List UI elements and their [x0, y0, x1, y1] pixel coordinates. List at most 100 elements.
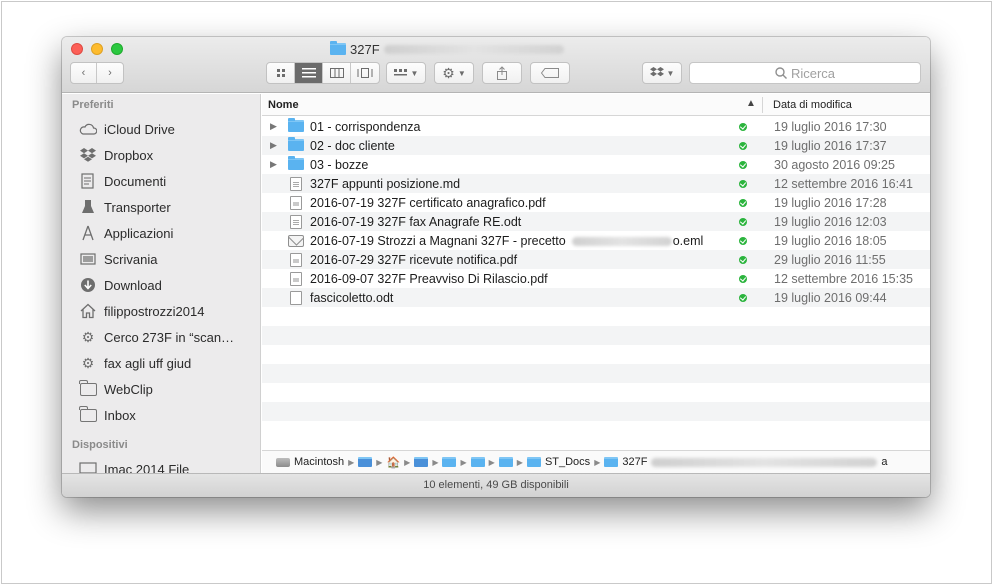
sync-status-icon [739, 237, 747, 245]
file-name: 01 - corrispondenza [310, 120, 421, 134]
pdf-file-icon [290, 253, 302, 270]
documents-icon [78, 173, 98, 189]
sidebar-item-webclip[interactable]: WebClip [62, 376, 260, 402]
path-st-docs[interactable]: ST_Docs [545, 456, 590, 468]
disclosure-triangle-icon[interactable]: ▶ [270, 159, 277, 170]
cloud-icon [78, 123, 98, 135]
path-separator-icon: ▶ [348, 457, 355, 467]
disclosure-triangle-icon[interactable]: ▶ [270, 121, 277, 132]
column-view-button[interactable] [323, 63, 351, 83]
sync-status-icon [739, 180, 747, 188]
sidebar-item-home[interactable]: filippostrozzi2014 [62, 298, 260, 324]
path-separator-icon: ▶ [376, 457, 383, 467]
sidebar-item-imac[interactable]: Imac 2014 File [62, 456, 260, 473]
column-date-header[interactable]: Data di modifica [773, 99, 852, 111]
empty-row [262, 364, 930, 383]
folder-icon [288, 137, 304, 154]
file-name: fascicoletto.odt [310, 291, 394, 305]
path-disk[interactable]: Macintosh [294, 456, 344, 468]
sidebar-item-dropbox[interactable]: Dropbox [62, 142, 260, 168]
arrange-button[interactable]: ▼ [386, 62, 426, 84]
path-separator-icon: ▶ [516, 457, 523, 467]
window-title-text: 327F [350, 41, 380, 57]
file-row[interactable]: 2016-07-19 Strozzi a Magnani 327F - prec… [262, 231, 930, 250]
column-name-header[interactable]: Nome [268, 99, 299, 111]
sidebar-item-label: filippostrozzi2014 [104, 303, 205, 319]
finder-window: 327F ‹ › ▼ ⚙ ▼ ▼ Ricerca Preferiti iClou… [62, 37, 930, 497]
column-divider[interactable] [762, 97, 763, 113]
file-row[interactable]: 327F appunti posizione.md 12 settembre 2… [262, 174, 930, 193]
sidebar-item-icloud-drive[interactable]: iCloud Drive [62, 116, 260, 142]
empty-row [262, 421, 930, 440]
list-view-button[interactable] [295, 63, 323, 83]
sidebar-item-scrivania[interactable]: Scrivania [62, 246, 260, 272]
sidebar-header-devices: Dispositivi [72, 439, 128, 451]
file-row[interactable]: fascicoletto.odt 19 luglio 2016 09:44 [262, 288, 930, 307]
sort-ascending-icon: ▲ [746, 98, 756, 109]
file-row[interactable]: ▶ 02 - doc cliente 19 luglio 2016 17:37 [262, 136, 930, 155]
sync-status-icon [739, 256, 747, 264]
file-date: 12 settembre 2016 15:35 [774, 272, 913, 286]
folder-icon [526, 457, 541, 467]
home-icon[interactable]: 🏠 [386, 456, 400, 469]
document-file-icon [290, 215, 302, 232]
file-row[interactable]: ▶ 03 - bozze 30 agosto 2016 09:25 [262, 155, 930, 174]
empty-row [262, 345, 930, 364]
document-file-icon [290, 291, 302, 308]
empty-row [262, 383, 930, 402]
minimize-button[interactable] [91, 43, 103, 55]
file-date: 19 luglio 2016 12:03 [774, 215, 887, 229]
folder-icon[interactable] [442, 457, 457, 467]
share-icon [497, 66, 507, 80]
close-button[interactable] [71, 43, 83, 55]
path-separator-icon: ▶ [594, 457, 601, 467]
zoom-button[interactable] [111, 43, 123, 55]
download-icon [78, 277, 98, 293]
back-button[interactable]: ‹ [71, 63, 97, 83]
share-button[interactable] [482, 62, 522, 84]
file-name: 02 - doc cliente [310, 139, 395, 153]
icon-view-button[interactable] [267, 63, 295, 83]
sidebar-item-smart-fax[interactable]: ⚙ fax agli uff giud [62, 350, 260, 376]
folder-icon[interactable] [414, 457, 429, 467]
search-input[interactable]: Ricerca [689, 62, 921, 84]
display-icon [78, 462, 98, 473]
folder-icon [330, 41, 346, 55]
action-button[interactable]: ⚙ ▼ [434, 62, 474, 84]
redacted-text [383, 44, 564, 54]
sync-status-icon [739, 142, 747, 150]
forward-button[interactable]: › [97, 63, 123, 83]
file-date: 30 agosto 2016 09:25 [774, 158, 895, 172]
coverflow-view-button[interactable] [351, 63, 379, 83]
pdf-file-icon [290, 196, 302, 213]
file-row[interactable]: 2016-07-29 327F ricevute notifica.pdf 29… [262, 250, 930, 269]
sidebar-item-label: iCloud Drive [104, 121, 175, 137]
users-folder-icon[interactable] [358, 457, 373, 467]
file-row[interactable]: 2016-07-19 327F certificato anagrafico.p… [262, 193, 930, 212]
tags-button[interactable] [530, 62, 570, 84]
search-icon [775, 67, 787, 79]
dropbox-icon [649, 67, 664, 77]
pdf-file-icon [290, 272, 302, 289]
sidebar-item-documenti[interactable]: Documenti [62, 168, 260, 194]
redacted-text [651, 457, 878, 467]
sidebar-item-smart-cerco[interactable]: ⚙ Cerco 273F in “scan… [62, 324, 260, 350]
sidebar-item-applicazioni[interactable]: Applicazioni [62, 220, 260, 246]
disclosure-triangle-icon[interactable]: ▶ [270, 140, 277, 151]
dropbox-button[interactable]: ▼ [642, 62, 682, 84]
file-row[interactable]: 2016-07-19 327F fax Anagrafe RE.odt 19 l… [262, 212, 930, 231]
sidebar-item-transporter[interactable]: Transporter [62, 194, 260, 220]
file-row[interactable]: 2016-09-07 327F Preavviso Di Rilascio.pd… [262, 269, 930, 288]
folder-icon [78, 379, 98, 396]
sidebar-item-download[interactable]: Download [62, 272, 260, 298]
list-view-icon [301, 68, 316, 78]
sidebar-item-label: Inbox [104, 407, 136, 423]
folder-icon[interactable] [470, 457, 485, 467]
sync-status-icon [739, 294, 747, 302]
file-row[interactable]: ▶ 01 - corrispondenza 19 luglio 2016 17:… [262, 117, 930, 136]
sync-status-icon [739, 123, 747, 131]
path-current[interactable]: 327F [622, 456, 647, 468]
column-view-icon [329, 68, 344, 78]
sidebar-item-inbox[interactable]: Inbox [62, 402, 260, 428]
folder-icon[interactable] [498, 457, 513, 467]
